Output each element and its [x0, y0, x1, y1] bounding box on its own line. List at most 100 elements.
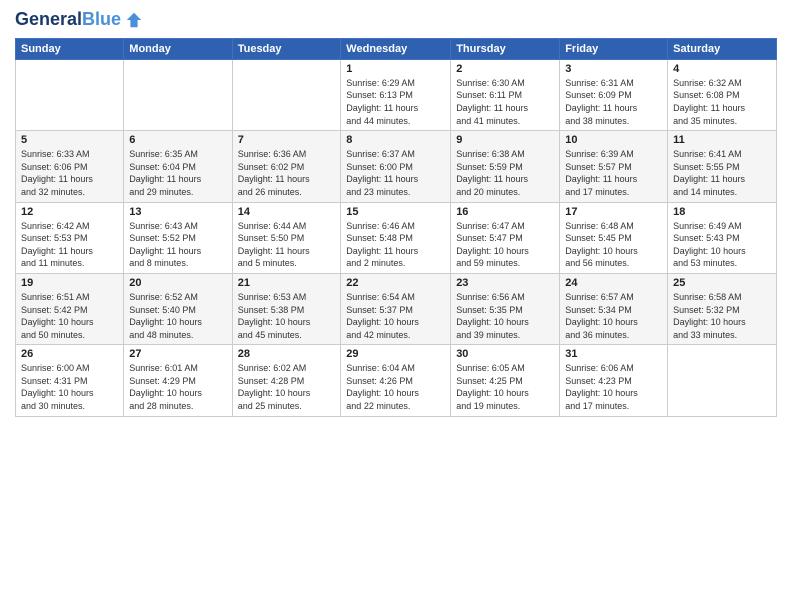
day-number: 18 [673, 206, 771, 218]
day-info: Sunrise: 6:30 AM Sunset: 6:11 PM Dayligh… [456, 77, 554, 127]
week-row-1: 1Sunrise: 6:29 AM Sunset: 6:13 PM Daylig… [16, 59, 777, 130]
day-number: 28 [238, 348, 336, 360]
calendar-cell: 6 Sunrise: 6:35 AM Sunset: 6:04 PM Daylig… [124, 131, 232, 202]
day-header-monday: Monday [124, 38, 232, 59]
day-number: 15 [346, 206, 445, 218]
logo-text: GeneralBlue [15, 10, 121, 30]
calendar-cell: 5 Sunrise: 6:33 AM Sunset: 6:06 PM Daylig… [16, 131, 124, 202]
day-info: Sunrise: 6:33 AM Sunset: 6:06 PM Dayligh… [21, 148, 118, 198]
day-number: 5 [21, 134, 118, 146]
calendar-cell: 19Sunrise: 6:51 AM Sunset: 5:42 PM Dayli… [16, 273, 124, 344]
calendar-cell: 11 Sunrise: 6:41 AM Sunset: 5:55 PM Dayli… [668, 131, 777, 202]
day-number: 11 [673, 134, 771, 146]
day-info: Sunrise: 6:44 AM Sunset: 5:50 PM Dayligh… [238, 220, 336, 270]
day-info: Sunrise: 6:06 AM Sunset: 4:23 PM Dayligh… [565, 362, 662, 412]
week-row-4: 19Sunrise: 6:51 AM Sunset: 5:42 PM Dayli… [16, 273, 777, 344]
day-info: Sunrise: 6:32 AM Sunset: 6:08 PM Dayligh… [673, 77, 771, 127]
calendar-cell: 24Sunrise: 6:57 AM Sunset: 5:34 PM Dayli… [560, 273, 668, 344]
day-number: 8 [346, 134, 445, 146]
calendar-cell: 27 Sunrise: 6:01 AM Sunset: 4:29 PM Dayli… [124, 345, 232, 416]
day-number: 19 [21, 277, 118, 289]
day-number: 14 [238, 206, 336, 218]
day-number: 26 [21, 348, 118, 360]
day-info: Sunrise: 6:39 AM Sunset: 5:57 PM Dayligh… [565, 148, 662, 198]
day-info: Sunrise: 6:35 AM Sunset: 6:04 PM Dayligh… [129, 148, 226, 198]
day-info: Sunrise: 6:38 AM Sunset: 5:59 PM Dayligh… [456, 148, 554, 198]
day-number: 25 [673, 277, 771, 289]
logo-icon [125, 11, 143, 29]
day-info: Sunrise: 6:05 AM Sunset: 4:25 PM Dayligh… [456, 362, 554, 412]
calendar-cell: 4 Sunrise: 6:32 AM Sunset: 6:08 PM Daylig… [668, 59, 777, 130]
calendar-cell: 12 Sunrise: 6:42 AM Sunset: 5:53 PM Dayli… [16, 202, 124, 273]
day-number: 23 [456, 277, 554, 289]
calendar-cell [124, 59, 232, 130]
page-container: GeneralBlue SundayMondayTuesdayWednesday… [0, 0, 792, 612]
calendar-cell: 21 Sunrise: 6:53 AM Sunset: 5:38 PM Dayli… [232, 273, 341, 344]
day-number: 22 [346, 277, 445, 289]
day-number: 21 [238, 277, 336, 289]
logo: GeneralBlue [15, 10, 143, 30]
day-info: Sunrise: 6:47 AM Sunset: 5:47 PM Dayligh… [456, 220, 554, 270]
day-number: 13 [129, 206, 226, 218]
day-number: 17 [565, 206, 662, 218]
day-number: 27 [129, 348, 226, 360]
calendar-cell: 7 Sunrise: 6:36 AM Sunset: 6:02 PM Daylig… [232, 131, 341, 202]
day-number: 1 [346, 63, 445, 75]
week-row-3: 12 Sunrise: 6:42 AM Sunset: 5:53 PM Dayli… [16, 202, 777, 273]
calendar-cell [668, 345, 777, 416]
day-number: 29 [346, 348, 445, 360]
day-number: 12 [21, 206, 118, 218]
day-number: 6 [129, 134, 226, 146]
calendar-cell: 14 Sunrise: 6:44 AM Sunset: 5:50 PM Dayli… [232, 202, 341, 273]
day-info: Sunrise: 6:52 AM Sunset: 5:40 PM Dayligh… [129, 291, 226, 341]
calendar-cell: 1Sunrise: 6:29 AM Sunset: 6:13 PM Daylig… [341, 59, 451, 130]
header: GeneralBlue [15, 10, 777, 30]
day-info: Sunrise: 6:56 AM Sunset: 5:35 PM Dayligh… [456, 291, 554, 341]
day-info: Sunrise: 6:36 AM Sunset: 6:02 PM Dayligh… [238, 148, 336, 198]
calendar-cell: 8 Sunrise: 6:37 AM Sunset: 6:00 PM Daylig… [341, 131, 451, 202]
day-number: 20 [129, 277, 226, 289]
calendar-header-row: SundayMondayTuesdayWednesdayThursdayFrid… [16, 38, 777, 59]
day-header-sunday: Sunday [16, 38, 124, 59]
day-info: Sunrise: 6:00 AM Sunset: 4:31 PM Dayligh… [21, 362, 118, 412]
calendar-cell [232, 59, 341, 130]
day-info: Sunrise: 6:48 AM Sunset: 5:45 PM Dayligh… [565, 220, 662, 270]
calendar-cell: 22Sunrise: 6:54 AM Sunset: 5:37 PM Dayli… [341, 273, 451, 344]
day-number: 4 [673, 63, 771, 75]
week-row-2: 5 Sunrise: 6:33 AM Sunset: 6:06 PM Daylig… [16, 131, 777, 202]
day-number: 16 [456, 206, 554, 218]
day-number: 7 [238, 134, 336, 146]
calendar-cell: 17 Sunrise: 6:48 AM Sunset: 5:45 PM Dayli… [560, 202, 668, 273]
calendar-cell: 28Sunrise: 6:02 AM Sunset: 4:28 PM Dayli… [232, 345, 341, 416]
day-info: Sunrise: 6:58 AM Sunset: 5:32 PM Dayligh… [673, 291, 771, 341]
calendar-cell: 23 Sunrise: 6:56 AM Sunset: 5:35 PM Dayli… [451, 273, 560, 344]
calendar-cell: 26 Sunrise: 6:00 AM Sunset: 4:31 PM Dayli… [16, 345, 124, 416]
calendar-cell: 3Sunrise: 6:31 AM Sunset: 6:09 PM Daylig… [560, 59, 668, 130]
day-info: Sunrise: 6:46 AM Sunset: 5:48 PM Dayligh… [346, 220, 445, 270]
calendar-cell: 16 Sunrise: 6:47 AM Sunset: 5:47 PM Dayli… [451, 202, 560, 273]
day-number: 9 [456, 134, 554, 146]
day-number: 30 [456, 348, 554, 360]
day-header-saturday: Saturday [668, 38, 777, 59]
day-info: Sunrise: 6:42 AM Sunset: 5:53 PM Dayligh… [21, 220, 118, 270]
day-info: Sunrise: 6:37 AM Sunset: 6:00 PM Dayligh… [346, 148, 445, 198]
calendar-cell: 30 Sunrise: 6:05 AM Sunset: 4:25 PM Dayli… [451, 345, 560, 416]
day-header-tuesday: Tuesday [232, 38, 341, 59]
week-row-5: 26 Sunrise: 6:00 AM Sunset: 4:31 PM Dayli… [16, 345, 777, 416]
calendar-cell: 29 Sunrise: 6:04 AM Sunset: 4:26 PM Dayli… [341, 345, 451, 416]
day-number: 31 [565, 348, 662, 360]
calendar-cell: 10 Sunrise: 6:39 AM Sunset: 5:57 PM Dayli… [560, 131, 668, 202]
calendar-cell [16, 59, 124, 130]
day-info: Sunrise: 6:53 AM Sunset: 5:38 PM Dayligh… [238, 291, 336, 341]
calendar-cell: 13 Sunrise: 6:43 AM Sunset: 5:52 PM Dayli… [124, 202, 232, 273]
day-info: Sunrise: 6:43 AM Sunset: 5:52 PM Dayligh… [129, 220, 226, 270]
day-info: Sunrise: 6:41 AM Sunset: 5:55 PM Dayligh… [673, 148, 771, 198]
day-header-thursday: Thursday [451, 38, 560, 59]
calendar-cell: 2 Sunrise: 6:30 AM Sunset: 6:11 PM Daylig… [451, 59, 560, 130]
day-info: Sunrise: 6:01 AM Sunset: 4:29 PM Dayligh… [129, 362, 226, 412]
day-header-friday: Friday [560, 38, 668, 59]
day-number: 2 [456, 63, 554, 75]
day-number: 10 [565, 134, 662, 146]
day-info: Sunrise: 6:04 AM Sunset: 4:26 PM Dayligh… [346, 362, 445, 412]
day-number: 3 [565, 63, 662, 75]
